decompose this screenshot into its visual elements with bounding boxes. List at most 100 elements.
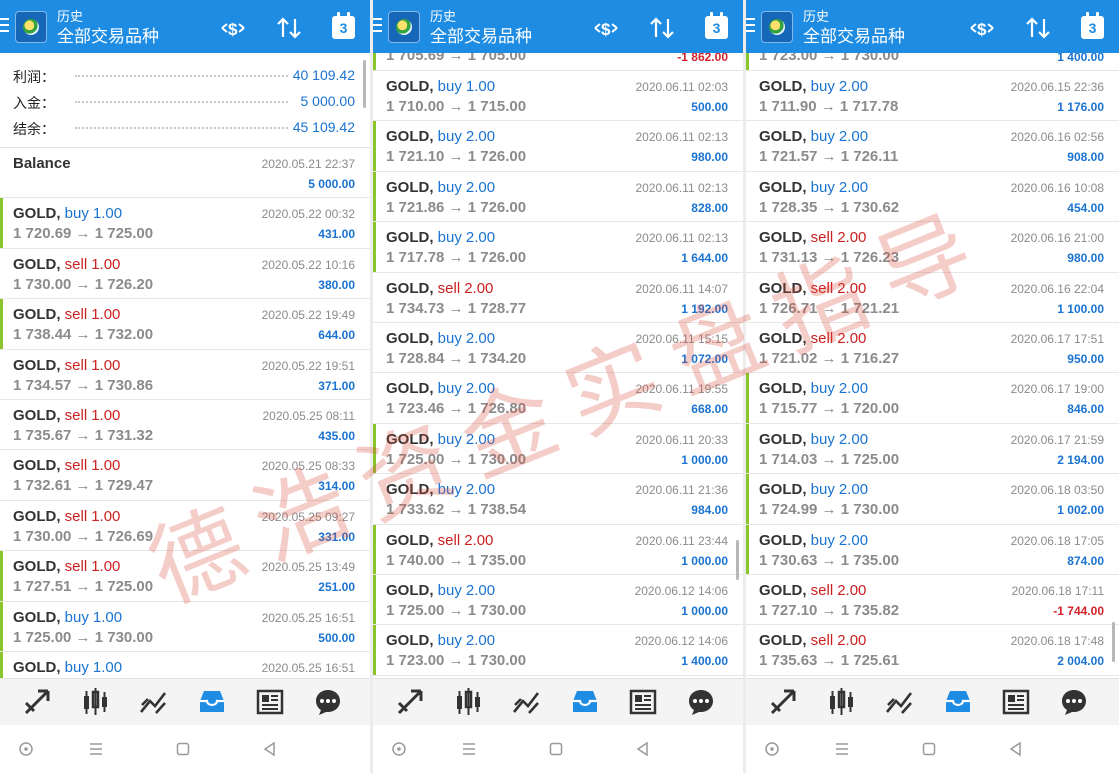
trade-row[interactable]: GOLD, sell 1.00 1 732.61 → 1 729.47 2020.05… — [0, 450, 370, 501]
trade-lot: 2.00 — [838, 481, 869, 499]
trade-row[interactable]: GOLD, sell 2.00 1 726.71 → 1 721.21 2020.06… — [746, 273, 1119, 323]
trade-row[interactable]: GOLD, buy 2.00 1 711.90 → 1 717.78 2020.06.… — [746, 71, 1119, 122]
chat-icon[interactable] — [686, 687, 716, 717]
accessibility-icon[interactable] — [18, 741, 34, 757]
header-subtitle[interactable]: 全部交易品种 — [430, 27, 532, 47]
trade-row[interactable]: GOLD, buy 2.00 1 723.46 → 1 726.80 2020.06.… — [373, 373, 743, 424]
trade-row[interactable]: GOLD, sell 2.00 1 721.02 → 1 716.27 2020.06… — [746, 323, 1119, 374]
trade-row[interactable]: GOLD, buy 1.00 1 710.00 → 1 715.00 2020.06.… — [373, 71, 743, 122]
home-icon[interactable] — [175, 741, 191, 757]
history-list[interactable]: 利润： 40 109.42 入金： 5 000.00 结余： 45 109.42 Balan… — [0, 53, 370, 678]
trade-row[interactable]: GOLD, sell 2.00 1 740.00 → 1 735.00 2020.06… — [373, 524, 743, 575]
menu-icon[interactable] — [746, 18, 755, 34]
trade-profit: 668.00 — [691, 402, 728, 417]
trade-row[interactable]: GOLD, buy 2.00 1 724.99 → 1 730.00 2020.06.… — [746, 474, 1119, 525]
trade-icon[interactable] — [884, 687, 914, 717]
trade-side: sell — [64, 406, 88, 424]
home-icon[interactable] — [921, 741, 937, 757]
back-icon[interactable] — [1008, 741, 1024, 757]
recents-icon[interactable] — [461, 741, 477, 757]
chart-icon[interactable] — [826, 687, 856, 717]
trade-row[interactable]: GOLD, sell 1.00 1 727.51 → 1 725.00 2020.05… — [0, 551, 370, 602]
trade-row[interactable]: GOLD, buy 2.00 1 730.63 → 1 735.00 2020.06.… — [746, 524, 1119, 575]
accessibility-icon[interactable] — [391, 741, 407, 757]
symbol-text: GOLD, — [759, 178, 807, 196]
news-icon[interactable] — [255, 687, 285, 717]
trade-row[interactable]: GOLD, buy 2.00 1 725.00 → 1 730.00 2020.06.… — [373, 574, 743, 626]
trade-symbol: GOLD, buy 2.00 — [759, 128, 868, 145]
trade-row[interactable]: GOLD, buy 1.00 1 720.69 → 1 725.00 2020.05.… — [0, 198, 370, 249]
trade-icon[interactable] — [511, 687, 541, 717]
partial-trade-row[interactable]: 1 723.00 → 1 730.00 1 400.00 — [746, 53, 1119, 71]
trade-row[interactable]: GOLD, buy 2.00 1 717.78 → 1 726.00 2020.06.… — [373, 222, 743, 273]
header-subtitle[interactable]: 全部交易品种 — [57, 27, 159, 47]
recents-icon[interactable] — [88, 741, 104, 757]
back-icon[interactable] — [262, 741, 278, 757]
trade-row[interactable]: GOLD, sell 2.00 1 734.73 → 1 728.77 2020.06… — [373, 273, 743, 323]
chart-icon[interactable] — [453, 687, 483, 717]
sort-icon[interactable] — [649, 16, 675, 40]
history-list[interactable]: 1 723.00 → 1 730.00 1 400.00 GOLD, buy 2.00… — [746, 53, 1119, 678]
scrollbar[interactable] — [736, 540, 739, 580]
calendar-icon[interactable]: 3 — [1081, 12, 1104, 39]
trade-row[interactable]: GOLD, sell 1.00 1 730.00 → 1 726.20 2020.05… — [0, 249, 370, 300]
trade-time: 2020.05.25 16:51 — [261, 610, 355, 625]
history-icon[interactable] — [197, 687, 227, 717]
header-subtitle[interactable]: 全部交易品种 — [803, 27, 905, 47]
history-icon[interactable] — [943, 687, 973, 717]
trade-row[interactable]: GOLD, buy 2.00 1 733.62 → 1 738.54 2020.06.… — [373, 474, 743, 525]
trade-row[interactable]: GOLD, buy 2.00 1 728.84 → 1 734.20 2020.06.… — [373, 323, 743, 374]
trade-row[interactable]: GOLD, buy 2.00 1 715.77 → 1 720.00 2020.06.… — [746, 373, 1119, 424]
symbol-filter-icon[interactable]: $ — [593, 16, 619, 40]
news-icon[interactable] — [628, 687, 658, 717]
recents-icon[interactable] — [834, 741, 850, 757]
trade-row[interactable]: GOLD, buy 2.00 1 721.57 → 1 726.11 2020.06.… — [746, 121, 1119, 172]
symbol-filter-icon[interactable]: $ — [220, 16, 246, 40]
quotes-icon[interactable] — [395, 687, 425, 717]
accessibility-icon[interactable] — [764, 741, 780, 757]
calendar-icon[interactable]: 3 — [332, 12, 355, 39]
trade-row[interactable]: GOLD, buy 2.00 1 725.00 → 1 730.00 2020.06.… — [373, 423, 743, 475]
trade-row[interactable]: GOLD, sell 2.00 1 727.10 → 1 735.82 2020.06… — [746, 575, 1119, 626]
balance-label: Balance — [13, 155, 71, 172]
trade-row[interactable]: GOLD, buy 1.00 2020.05.25 16:51 — [0, 651, 370, 678]
scrollbar[interactable] — [1112, 622, 1115, 662]
trade-row[interactable]: GOLD, buy 2.00 1 723.00 → 1 730.00 2020.06.… — [373, 625, 743, 676]
news-icon[interactable] — [1001, 687, 1031, 717]
menu-icon[interactable] — [0, 18, 9, 34]
trade-row[interactable]: GOLD, sell 1.00 1 738.44 → 1 732.00 2020.05… — [0, 299, 370, 350]
trade-row[interactable]: GOLD, sell 1.00 1 735.67 → 1 731.32 2020.05… — [0, 400, 370, 451]
trade-row[interactable]: GOLD, sell 1.00 1 730.00 → 1 726.69 2020.05… — [0, 501, 370, 552]
partial-trade-row[interactable]: 1 705.69 → 1 705.00 -1 862.00 — [373, 53, 743, 71]
symbol-text: GOLD, — [386, 481, 434, 499]
menu-icon[interactable] — [373, 18, 382, 34]
back-icon[interactable] — [635, 741, 651, 757]
balance-row[interactable]: Balance 2020.05.21 22:37 5 000.00 — [0, 148, 370, 199]
chat-icon[interactable] — [1059, 687, 1089, 717]
balance-value: 5 000.00 — [308, 177, 355, 191]
trade-row[interactable]: GOLD, buy 2.00 1 728.35 → 1 730.62 2020.06.… — [746, 172, 1119, 223]
trade-icon[interactable] — [138, 687, 168, 717]
trade-row[interactable]: GOLD, buy 2.00 1 721.10 → 1 726.00 2020.06.… — [373, 121, 743, 172]
trade-row[interactable]: GOLD, sell 2.00 1 731.13 → 1 726.23 2020.06… — [746, 222, 1119, 273]
symbol-filter-icon[interactable]: $ — [969, 16, 995, 40]
history-list[interactable]: 1 705.69 → 1 705.00 -1 862.00 GOLD, buy 1.0… — [373, 53, 743, 678]
trade-symbol: GOLD, sell 1.00 — [13, 457, 120, 474]
calendar-icon[interactable]: 3 — [705, 12, 728, 39]
chat-icon[interactable] — [313, 687, 343, 717]
sort-icon[interactable] — [276, 16, 302, 40]
trade-row[interactable]: GOLD, buy 2.00 1 714.03 → 1 725.00 2020.06.… — [746, 423, 1119, 475]
trade-row[interactable]: GOLD, sell 1.00 1 734.57 → 1 730.86 2020.05… — [0, 350, 370, 400]
header-title: 历史 — [803, 9, 830, 24]
chart-icon[interactable] — [80, 687, 110, 717]
scrollbar[interactable] — [363, 60, 366, 108]
trade-row[interactable]: GOLD, buy 1.00 1 725.00 → 1 730.00 2020.05.… — [0, 601, 370, 652]
trade-symbol: GOLD, buy 2.00 — [759, 481, 868, 498]
sort-icon[interactable] — [1025, 16, 1051, 40]
trade-row[interactable]: GOLD, sell 2.00 1 735.63 → 1 725.61 2020.06… — [746, 625, 1119, 676]
history-icon[interactable] — [570, 687, 600, 717]
quotes-icon[interactable] — [768, 687, 798, 717]
quotes-icon[interactable] — [22, 687, 52, 717]
home-icon[interactable] — [548, 741, 564, 757]
trade-row[interactable]: GOLD, buy 2.00 1 721.86 → 1 726.00 2020.06.… — [373, 171, 743, 223]
